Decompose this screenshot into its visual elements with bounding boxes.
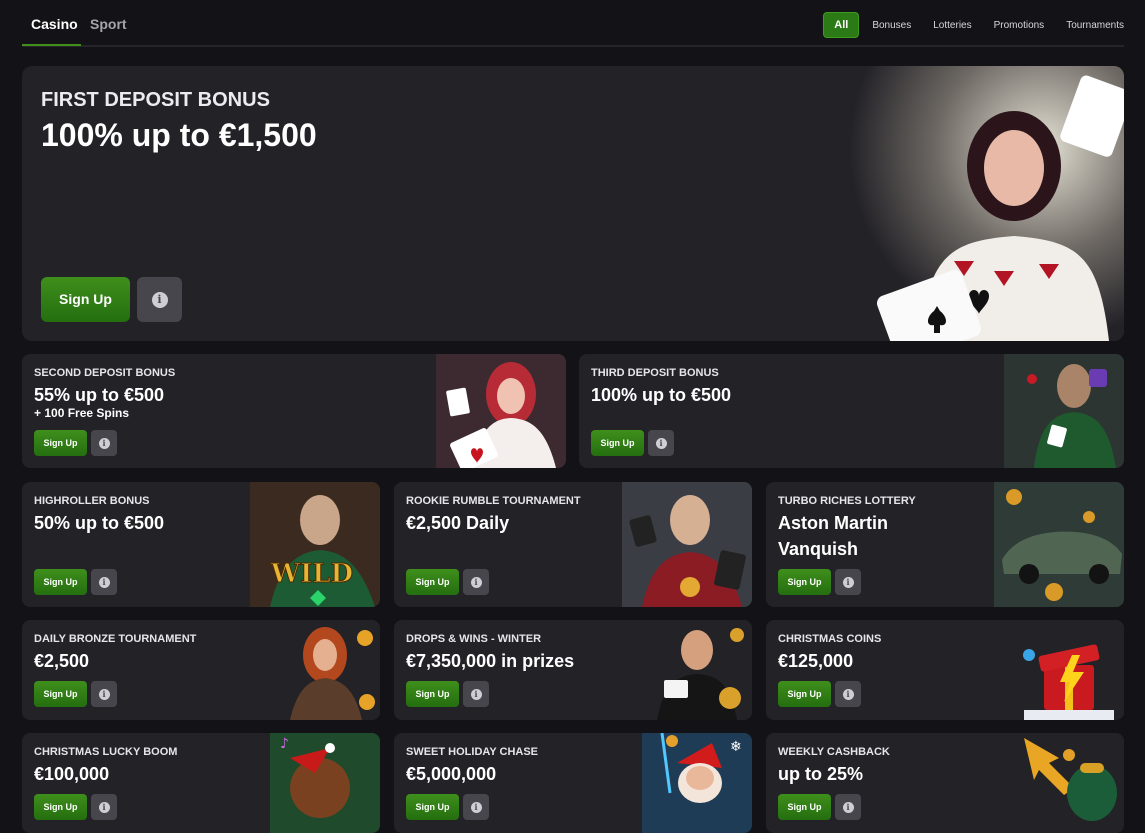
- sign-up-button[interactable]: Sign Up: [591, 430, 644, 456]
- promo-card: DAILY BRONZE TOURNAMENT €2,500 Sign Up i: [22, 620, 380, 720]
- card-title: up to 25%: [778, 764, 864, 784]
- tab-sport[interactable]: Sport: [90, 16, 127, 32]
- info-button[interactable]: i: [91, 569, 117, 595]
- card-title: 55% up to €500: [34, 385, 165, 405]
- filter-promotions[interactable]: Promotions: [994, 20, 1045, 31]
- sign-up-button[interactable]: Sign Up: [34, 681, 87, 707]
- sign-up-button[interactable]: Sign Up: [778, 681, 831, 707]
- card-car-illustration: [994, 482, 1124, 607]
- hero-sign-up-button[interactable]: Sign Up: [41, 277, 130, 322]
- card-cashback-illustration: [1014, 733, 1124, 833]
- info-icon: i: [842, 576, 854, 588]
- card-title: €125,000: [778, 651, 854, 671]
- card-eyebrow: TURBO RICHES LOTTERY: [778, 495, 916, 507]
- card-title: €100,000: [34, 764, 110, 784]
- promo-card: TURBO RICHES LOTTERY Aston Martin Vanqui…: [766, 482, 1124, 607]
- info-icon: i: [842, 688, 854, 700]
- info-icon: i: [470, 576, 482, 588]
- hero-eyebrow: FIRST DEPOSIT BONUS: [41, 89, 270, 111]
- active-tab-indicator: [22, 44, 81, 46]
- filter-bonuses[interactable]: Bonuses: [872, 20, 911, 31]
- info-button[interactable]: i: [463, 794, 489, 820]
- promo-card: SWEET HOLIDAY CHASE €5,000,000 Sign Up i…: [394, 733, 752, 833]
- info-icon: i: [98, 576, 110, 588]
- hero-info-button[interactable]: i: [137, 277, 182, 322]
- promo-card: CHRISTMAS LUCKY BOOM €100,000 Sign Up i …: [22, 733, 380, 833]
- hero-title: 100% up to €1,500: [41, 117, 317, 153]
- card-title: €2,500: [34, 651, 90, 671]
- info-icon: i: [98, 437, 110, 449]
- card-warrior-illustration: [270, 620, 380, 720]
- info-button[interactable]: i: [835, 681, 861, 707]
- card-eyebrow: DROPS & WINS - WINTER: [406, 633, 542, 645]
- card-eyebrow: THIRD DEPOSIT BONUS: [591, 367, 719, 379]
- filter-lotteries[interactable]: Lotteries: [933, 20, 971, 31]
- sign-up-button[interactable]: Sign Up: [778, 569, 831, 595]
- promo-card: ROOKIE RUMBLE TOURNAMENT €2,500 Daily Si…: [394, 482, 752, 607]
- card-title: Aston Martin Vanquish: [778, 513, 888, 559]
- info-button[interactable]: i: [463, 681, 489, 707]
- card-title: 100% up to €500: [591, 385, 732, 405]
- info-button[interactable]: i: [835, 569, 861, 595]
- promo-card: SECOND DEPOSIT BONUS 55% up to €500 + 10…: [22, 354, 566, 468]
- card-title: €2,500 Daily: [406, 513, 510, 533]
- promo-card: THIRD DEPOSIT BONUS 100% up to €500 Sign…: [579, 354, 1124, 468]
- info-button[interactable]: i: [91, 681, 117, 707]
- sign-up-button[interactable]: Sign Up: [778, 794, 831, 820]
- info-icon: i: [470, 688, 482, 700]
- card-eyebrow: SWEET HOLIDAY CHASE: [406, 746, 539, 758]
- card-title: 50% up to €500: [34, 513, 165, 533]
- wild-text: WILD: [270, 559, 353, 589]
- sign-up-button[interactable]: Sign Up: [34, 430, 87, 456]
- promo-card: CHRISTMAS COINS €125,000 Sign Up i: [766, 620, 1124, 720]
- card-subtitle: + 100 Free Spins: [34, 406, 130, 420]
- card-eyebrow: CHRISTMAS LUCKY BOOM: [34, 746, 178, 758]
- card-dealer-illustration: [642, 620, 752, 720]
- card-eyebrow: CHRISTMAS COINS: [778, 633, 882, 645]
- info-button[interactable]: i: [91, 430, 117, 456]
- card-gift-box-illustration: [1014, 620, 1124, 720]
- info-icon: i: [98, 801, 110, 813]
- promo-card: HIGHROLLER BONUS 50% up to €500 Sign Up …: [22, 482, 380, 607]
- sign-up-button[interactable]: Sign Up: [406, 681, 459, 707]
- card-lady-illustration: [436, 354, 566, 468]
- info-icon: i: [842, 801, 854, 813]
- info-icon: i: [151, 291, 168, 308]
- sign-up-button[interactable]: Sign Up: [34, 569, 87, 595]
- sign-up-button[interactable]: Sign Up: [406, 569, 459, 595]
- filter-bar: All Bonuses Lotteries Promotions Tournam…: [823, 12, 1124, 38]
- info-icon: i: [470, 801, 482, 813]
- card-gentleman-illustration: [622, 482, 752, 607]
- info-button[interactable]: i: [648, 430, 674, 456]
- card-eyebrow: SECOND DEPOSIT BONUS: [34, 367, 176, 379]
- tab-casino[interactable]: Casino: [31, 16, 78, 32]
- sign-up-button[interactable]: Sign Up: [34, 794, 87, 820]
- promo-card: DROPS & WINS - WINTER €7,350,000 in priz…: [394, 620, 752, 720]
- card-santa-illustration: ❄: [642, 733, 752, 833]
- sign-up-button[interactable]: Sign Up: [406, 794, 459, 820]
- card-eyebrow: WEEKLY CASHBACK: [778, 746, 890, 758]
- music-note-icon: ♪: [280, 736, 289, 752]
- card-wild-king-illustration: WILD: [250, 482, 380, 607]
- promo-card: WEEKLY CASHBACK up to 25% Sign Up i: [766, 733, 1124, 833]
- info-button[interactable]: i: [463, 569, 489, 595]
- featured-bonus-banner: FIRST DEPOSIT BONUS 100% up to €1,500 Si…: [22, 66, 1124, 341]
- info-icon: i: [655, 437, 667, 449]
- info-icon: i: [98, 688, 110, 700]
- filter-all[interactable]: All: [823, 12, 860, 38]
- queen-of-hearts-illustration: [849, 66, 1124, 341]
- top-navigation: Casino Sport All Bonuses Lotteries Promo…: [22, 0, 1124, 47]
- card-bison-illustration: ♪: [270, 733, 380, 833]
- filter-tournaments[interactable]: Tournaments: [1066, 20, 1124, 31]
- card-title: €7,350,000 in prizes: [406, 651, 575, 671]
- info-button[interactable]: i: [91, 794, 117, 820]
- info-button[interactable]: i: [835, 794, 861, 820]
- snowflake-icon: ❄: [730, 739, 742, 755]
- card-magician-illustration: [1004, 354, 1124, 468]
- card-eyebrow: ROOKIE RUMBLE TOURNAMENT: [406, 495, 581, 507]
- card-eyebrow: HIGHROLLER BONUS: [34, 495, 150, 507]
- card-title: €5,000,000: [406, 764, 497, 784]
- card-eyebrow: DAILY BRONZE TOURNAMENT: [34, 633, 197, 645]
